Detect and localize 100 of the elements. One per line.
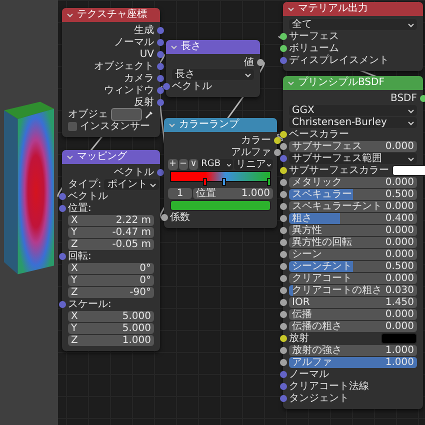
number-field[interactable]: Z -90° (68, 287, 154, 298)
ramp-stop-handle[interactable] (267, 178, 271, 186)
socket-dot[interactable] (58, 193, 66, 200)
interpolation-dropdown[interactable]: リニア (234, 159, 273, 170)
socket-dot[interactable] (280, 347, 286, 354)
socket-dot[interactable] (280, 251, 286, 258)
eyedropper-icon[interactable] (144, 110, 154, 120)
mode-dropdown[interactable]: RGB (199, 159, 233, 170)
slider-field[interactable]: 伝播 0.000 (289, 309, 417, 320)
socket-dot[interactable] (420, 95, 425, 102)
socket-dot[interactable] (280, 239, 286, 246)
dropdown[interactable]: 長さ (172, 69, 254, 80)
socket-dot[interactable] (280, 335, 286, 342)
slider-field[interactable]: クリアコートの粗さ 0.030 (289, 285, 417, 296)
socket-dot[interactable] (156, 51, 164, 58)
slider-field[interactable]: シーンチント 0.500 (289, 261, 417, 272)
socket-dot[interactable] (162, 83, 170, 90)
socket-dot[interactable] (156, 63, 164, 70)
socket-label: スケール: (68, 299, 112, 310)
number-field[interactable]: Y 5.000 (68, 323, 154, 334)
socket-dot[interactable] (280, 299, 286, 306)
socket-dot[interactable] (58, 301, 66, 308)
socket-dot[interactable] (280, 45, 286, 52)
slider-field[interactable]: 伝播の粗さ 0.000 (289, 321, 417, 332)
socket-dot[interactable] (256, 59, 264, 66)
socket-dot[interactable] (280, 131, 286, 138)
slider-field[interactable]: シーン 0.000 (289, 249, 417, 260)
ramp-stop-handle[interactable] (202, 178, 207, 186)
socket-dot[interactable] (156, 169, 164, 176)
add-button[interactable]: + (168, 159, 178, 170)
slider-field[interactable]: スペキュラー 0.500 (289, 189, 417, 200)
stop-index-field[interactable]: 1 (168, 188, 192, 199)
chevron-icon (407, 154, 415, 162)
dropdown[interactable]: ポイント (104, 179, 160, 190)
color-ramp[interactable] (170, 171, 271, 182)
socket-dot[interactable] (280, 179, 286, 186)
socket-dot[interactable] (280, 57, 286, 64)
number-field[interactable]: IOR 1.450 (289, 297, 417, 308)
socket-dot[interactable] (274, 137, 280, 144)
chevron-icon (244, 70, 252, 78)
number-field[interactable]: Y -0.47 m (68, 227, 154, 238)
socket-dot[interactable] (156, 75, 164, 82)
dropdown[interactable]: サブサーフェス範囲 (289, 153, 417, 164)
object-field[interactable] (111, 108, 142, 121)
socket-dot[interactable] (280, 359, 286, 366)
socket-dot[interactable] (280, 227, 286, 234)
socket-label: ノーマル (289, 369, 329, 380)
chevron-icon (66, 11, 74, 19)
socket-dot[interactable] (280, 383, 286, 390)
socket-dot[interactable] (280, 311, 286, 318)
number-field[interactable]: 放射の強さ 1.000 (289, 345, 417, 356)
ramp-stop-handle[interactable] (222, 178, 226, 186)
socket-dot[interactable] (280, 371, 286, 378)
socket-dot[interactable] (280, 167, 286, 174)
socket-dot[interactable] (156, 27, 164, 34)
socket-dot[interactable] (280, 395, 286, 402)
color-swatch[interactable] (392, 165, 425, 176)
dropdown[interactable]: Christensen-Burley (289, 117, 417, 128)
socket-dot[interactable] (280, 215, 286, 222)
socket-dot[interactable] (280, 275, 286, 282)
chevron-icon (149, 180, 158, 188)
socket-dot[interactable] (280, 143, 286, 150)
color-swatch[interactable] (381, 333, 417, 344)
socket-dot[interactable] (58, 205, 66, 212)
socket-dot[interactable] (280, 191, 286, 198)
slider-field[interactable]: アルファ 1.000 (289, 357, 417, 368)
slider-field[interactable]: メタリック 0.000 (289, 177, 417, 188)
socket-dot[interactable] (280, 287, 286, 294)
slider-field[interactable]: クリアコート 0.000 (289, 273, 417, 284)
socket-dot[interactable] (280, 263, 286, 270)
slider-field[interactable]: 粗さ 0.400 (289, 213, 417, 224)
chevron-icon (168, 121, 176, 129)
checkbox[interactable] (68, 122, 77, 131)
socket-label: ベクトル (172, 81, 212, 92)
socket-dot[interactable] (280, 155, 286, 162)
socket-dot[interactable] (156, 39, 164, 46)
socket-dot[interactable] (274, 149, 280, 156)
socket-dot[interactable] (156, 99, 164, 106)
number-field[interactable]: Z -0.05 m (68, 239, 154, 250)
socket-dot[interactable] (156, 87, 164, 94)
dropdown[interactable]: 全て (289, 19, 417, 30)
color-swatch[interactable] (170, 200, 271, 211)
number-field[interactable]: Y 0° (68, 275, 154, 286)
number-field[interactable]: Z 1.000 (68, 335, 154, 346)
socket-label: 反射 (134, 97, 154, 108)
number-field[interactable]: X 5.000 (68, 311, 154, 322)
remove-button[interactable]: − (178, 159, 188, 170)
number-field[interactable]: X 0° (68, 263, 154, 274)
socket-dot[interactable] (280, 33, 286, 40)
socket-label: ノーマル (114, 37, 154, 48)
slider-field[interactable]: スペキュラーチント 0.000 (289, 201, 417, 212)
position-field[interactable]: 位置 1.000 (193, 188, 273, 199)
socket-dot[interactable] (58, 253, 66, 260)
socket-dot[interactable] (280, 323, 286, 330)
slider-field[interactable]: サブサーフェス 0.000 (289, 141, 417, 152)
socket-dot[interactable] (280, 203, 286, 210)
dropdown[interactable]: GGX (289, 105, 417, 116)
menu-button[interactable]: ∨ (189, 159, 198, 170)
number-field[interactable]: X 2.22 m (68, 215, 154, 226)
socket-dot[interactable] (160, 214, 168, 221)
